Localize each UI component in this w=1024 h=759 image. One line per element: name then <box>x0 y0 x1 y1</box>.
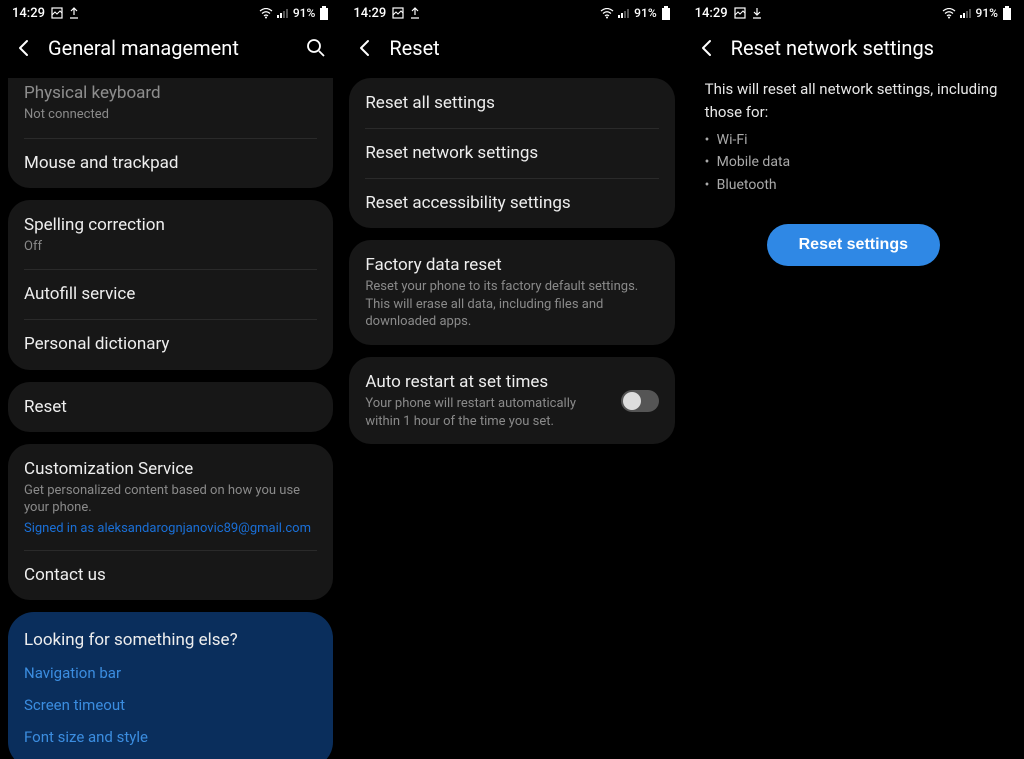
card-customization: Customization Service Get personalized c… <box>8 444 333 600</box>
battery-icon <box>661 6 671 20</box>
row-reset-accessibility-settings[interactable]: Reset accessibility settings <box>349 178 674 228</box>
header: Reset network settings <box>683 26 1024 78</box>
bullet-mobile-data: Mobile data <box>717 151 1002 173</box>
status-time: 14:29 <box>353 6 386 21</box>
row-reset[interactable]: Reset <box>8 382 333 432</box>
network-settings-list: Wi-Fi Mobile data Bluetooth <box>687 123 1020 196</box>
signal-icon <box>277 8 289 18</box>
card-reset-options: Reset all settings Reset network setting… <box>349 78 674 228</box>
upload-icon <box>410 7 420 19</box>
row-sub: Reset your phone to its factory default … <box>365 278 658 331</box>
battery-icon <box>319 6 329 20</box>
row-sub: Your phone will restart automatically wi… <box>365 395 608 430</box>
row-spelling-correction[interactable]: Spelling correction Off <box>8 200 333 270</box>
back-button[interactable] <box>697 38 717 58</box>
row-sub: Get personalized content based on how yo… <box>24 482 317 517</box>
download-icon <box>752 7 762 19</box>
row-title: Contact us <box>24 564 317 586</box>
row-title: Mouse and trackpad <box>24 152 317 174</box>
wifi-icon <box>600 8 614 19</box>
row-title: Physical keyboard <box>24 82 317 104</box>
row-auto-restart[interactable]: Auto restart at set times Your phone wil… <box>349 357 674 444</box>
card-reset: Reset <box>8 382 333 432</box>
wifi-icon <box>259 8 273 19</box>
battery-percent: 91% <box>634 6 656 20</box>
row-contact-us[interactable]: Contact us <box>8 550 333 600</box>
row-mouse-trackpad[interactable]: Mouse and trackpad <box>8 138 333 188</box>
panel-general-management: 14:29 91% <box>0 0 341 759</box>
battery-percent: 91% <box>293 6 315 20</box>
screenshot-icon <box>734 7 746 19</box>
header: Reset <box>341 26 682 78</box>
row-customization-service[interactable]: Customization Service Get personalized c… <box>8 444 333 550</box>
panel-reset-network-settings: 14:29 91% <box>683 0 1024 759</box>
row-autofill-service[interactable]: Autofill service <box>8 269 333 319</box>
card-keyboard-group: Physical keyboard Not connected Mouse an… <box>8 78 333 188</box>
screenshot-icon <box>51 7 63 19</box>
link-font-size-style[interactable]: Font size and style <box>24 728 317 746</box>
row-title: Reset all settings <box>365 92 658 114</box>
status-time: 14:29 <box>695 6 728 21</box>
description-text: This will reset all network settings, in… <box>687 78 1020 123</box>
row-title: Reset accessibility settings <box>365 192 658 214</box>
row-reset-network-settings[interactable]: Reset network settings <box>349 128 674 178</box>
row-physical-keyboard[interactable]: Physical keyboard Not connected <box>8 78 333 138</box>
bullet-bluetooth: Bluetooth <box>717 174 1002 196</box>
accent-title: Looking for something else? <box>24 630 317 650</box>
card-spelling-group: Spelling correction Off Autofill service… <box>8 200 333 370</box>
link-screen-timeout[interactable]: Screen timeout <box>24 696 317 714</box>
card-auto-restart: Auto restart at set times Your phone wil… <box>349 357 674 444</box>
signal-icon <box>960 8 972 18</box>
row-title: Factory data reset <box>365 254 658 276</box>
row-title: Reset network settings <box>365 142 658 164</box>
card-looking-for: Looking for something else? Navigation b… <box>8 612 333 759</box>
search-button[interactable] <box>305 37 327 59</box>
page-title: Reset network settings <box>731 36 1010 60</box>
bullet-wifi: Wi-Fi <box>717 129 1002 151</box>
row-personal-dictionary[interactable]: Personal dictionary <box>8 319 333 369</box>
row-title: Reset <box>24 396 317 418</box>
row-sub: Off <box>24 238 317 256</box>
page-title: General management <box>48 36 291 60</box>
signal-icon <box>618 8 630 18</box>
row-title: Personal dictionary <box>24 333 317 355</box>
row-title: Customization Service <box>24 458 317 480</box>
reset-settings-button[interactable]: Reset settings <box>767 224 940 266</box>
page-title: Reset <box>389 36 668 60</box>
back-button[interactable] <box>14 38 34 58</box>
back-button[interactable] <box>355 38 375 58</box>
row-link: Signed in as aleksandarognjanovic89@gmai… <box>24 521 317 536</box>
link-navigation-bar[interactable]: Navigation bar <box>24 664 317 682</box>
header: General management <box>0 26 341 78</box>
battery-percent: 91% <box>976 6 998 20</box>
status-bar: 14:29 91% <box>341 0 682 26</box>
auto-restart-toggle[interactable] <box>621 390 659 412</box>
row-title: Spelling correction <box>24 214 317 236</box>
card-factory-reset: Factory data reset Reset your phone to i… <box>349 240 674 345</box>
battery-icon <box>1002 6 1012 20</box>
screenshot-icon <box>392 7 404 19</box>
row-title: Auto restart at set times <box>365 371 608 393</box>
row-sub: Not connected <box>24 106 317 124</box>
panel-reset: 14:29 91% <box>341 0 682 759</box>
status-time: 14:29 <box>12 6 45 21</box>
wifi-icon <box>942 8 956 19</box>
status-bar: 14:29 91% <box>683 0 1024 26</box>
row-reset-all-settings[interactable]: Reset all settings <box>349 78 674 128</box>
row-title: Autofill service <box>24 283 317 305</box>
upload-icon <box>69 7 79 19</box>
row-factory-data-reset[interactable]: Factory data reset Reset your phone to i… <box>349 240 674 345</box>
status-bar: 14:29 91% <box>0 0 341 26</box>
